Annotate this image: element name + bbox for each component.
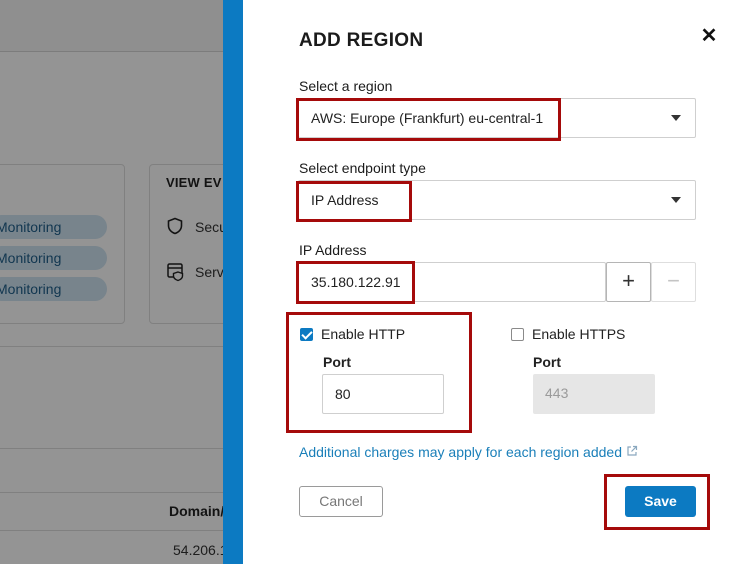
- enable-https-label: Enable HTTPS: [532, 326, 626, 342]
- panel-accent-bar: [223, 0, 243, 564]
- external-link-icon: [626, 445, 638, 460]
- https-port-input[interactable]: 443: [533, 374, 655, 414]
- panel-title: ADD REGION: [299, 30, 424, 51]
- chevron-down-icon: [671, 115, 681, 121]
- http-port-label: Port: [323, 354, 351, 370]
- ip-address-label: IP Address: [299, 242, 367, 258]
- save-button[interactable]: Save: [625, 486, 696, 517]
- endpoint-type-label: Select endpoint type: [299, 160, 426, 176]
- add-ip-button[interactable]: +: [606, 262, 651, 302]
- enable-http-label: Enable HTTP: [321, 326, 406, 342]
- remove-ip-button[interactable]: −: [651, 262, 696, 302]
- region-select[interactable]: AWS: Europe (Frankfurt) eu-central-1: [298, 98, 696, 138]
- cancel-button[interactable]: Cancel: [299, 486, 383, 517]
- modal-backdrop[interactable]: [0, 0, 230, 564]
- region-label: Select a region: [299, 78, 393, 94]
- endpoint-type-select[interactable]: IP Address: [298, 180, 696, 220]
- http-port-input[interactable]: 80: [322, 374, 444, 414]
- chevron-down-icon: [671, 197, 681, 203]
- https-port-label: Port: [533, 354, 561, 370]
- ip-address-input[interactable]: 35.180.122.91: [298, 262, 606, 302]
- enable-http-checkbox[interactable]: [300, 328, 313, 341]
- region-select-value: AWS: Europe (Frankfurt) eu-central-1: [311, 110, 544, 126]
- close-icon[interactable]: ✕: [697, 24, 721, 48]
- additional-charges-link[interactable]: Additional charges may apply for each re…: [299, 444, 638, 460]
- enable-https-checkbox[interactable]: [511, 328, 524, 341]
- endpoint-type-value: IP Address: [311, 192, 379, 208]
- additional-charges-text: Additional charges may apply for each re…: [299, 444, 622, 460]
